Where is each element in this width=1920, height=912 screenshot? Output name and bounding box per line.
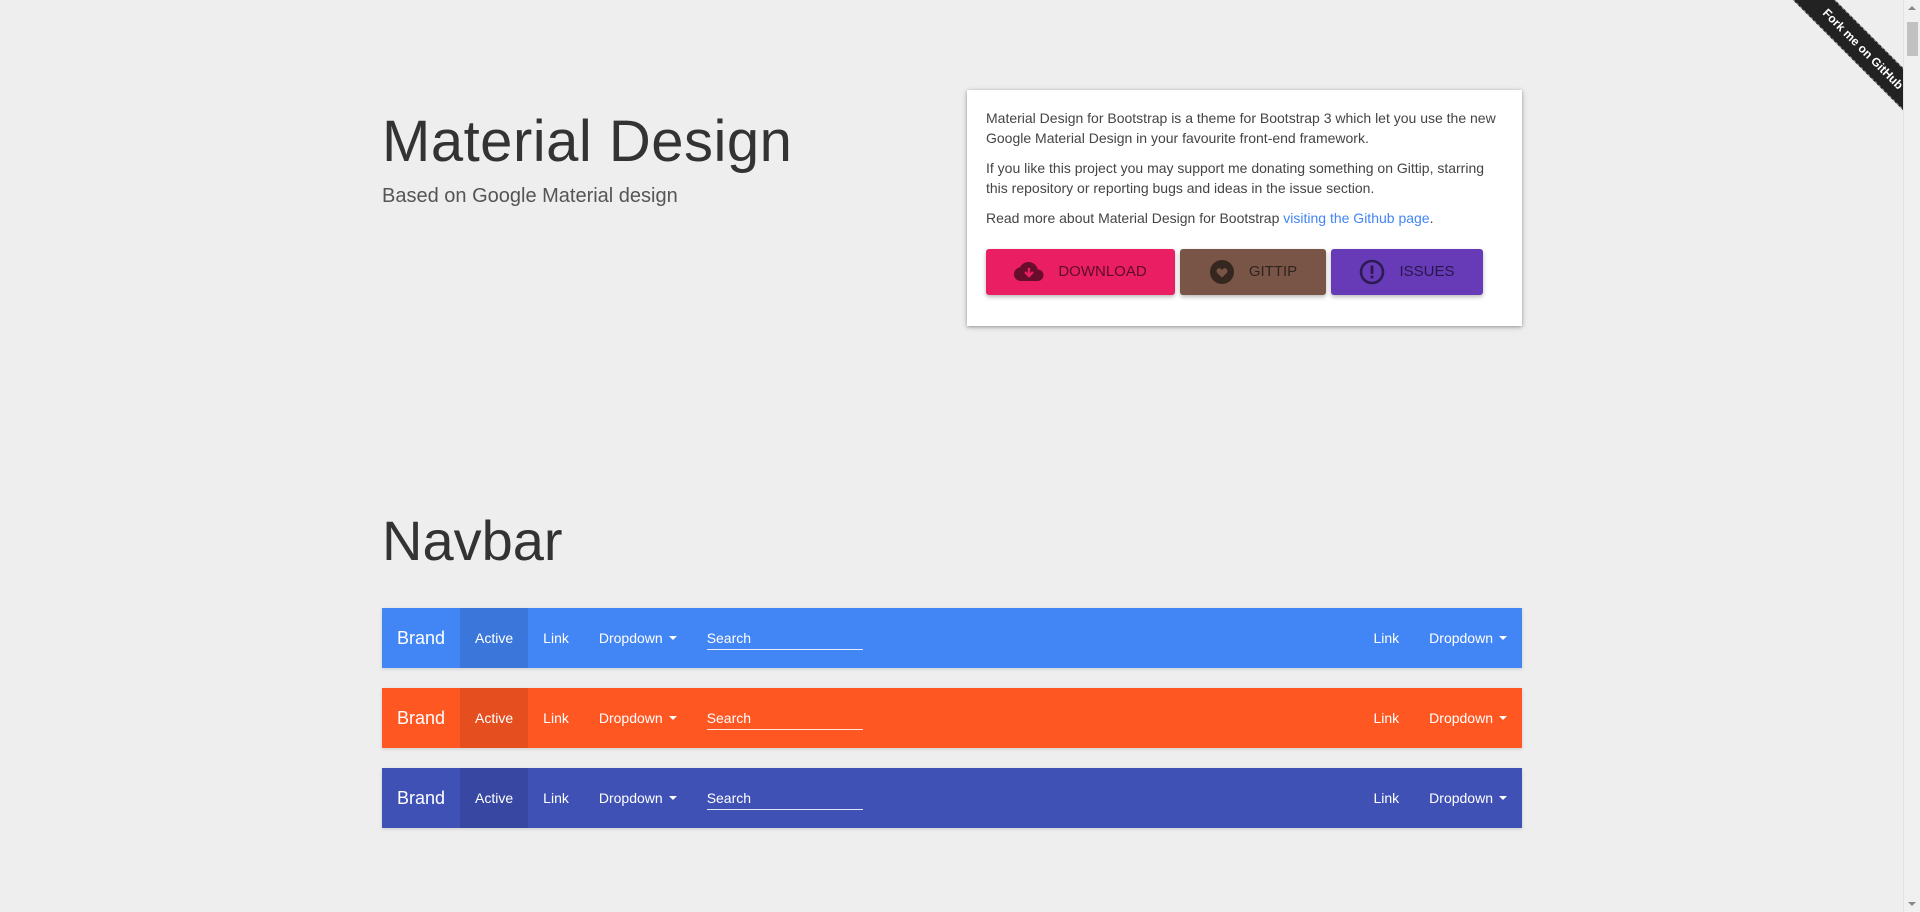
scroll-up-icon[interactable] xyxy=(1908,6,1916,10)
navbar-right: Link Dropdown xyxy=(1358,768,1522,828)
caret-down-icon xyxy=(1499,716,1507,720)
alert-circle-icon xyxy=(1359,259,1385,285)
section-title-navbar: Navbar xyxy=(382,509,563,572)
nav-item-active[interactable]: Active xyxy=(460,608,529,668)
intro-paragraph: Material Design for Bootstrap is a theme… xyxy=(986,110,1496,146)
nav-item-active[interactable]: Active xyxy=(460,768,529,828)
nav-item-right-link[interactable]: Link xyxy=(1358,608,1414,668)
download-button-label: Download xyxy=(1058,263,1147,280)
caret-down-icon xyxy=(1499,636,1507,640)
github-ribbon-container: Fork me on GitHub xyxy=(1771,0,1920,149)
navbar-brand[interactable]: Brand xyxy=(382,608,460,668)
caret-down-icon xyxy=(668,716,677,720)
navbar-orange: Brand Active Link Dropdown Link Dropdown xyxy=(382,688,1522,748)
page-subtitle: Based on Google Material design xyxy=(382,185,678,207)
nav-item-dropdown[interactable]: Dropdown xyxy=(584,608,692,668)
support-paragraph: If you like this project you may support… xyxy=(986,160,1485,196)
nav-item-link[interactable]: Link xyxy=(528,688,584,748)
gittip-button-label: Gittip xyxy=(1248,263,1298,280)
navbar-indigo: Brand Active Link Dropdown Link Dropdown xyxy=(382,768,1522,828)
gittip-button[interactable]: Gittip xyxy=(1180,249,1326,295)
caret-down-icon xyxy=(668,796,677,800)
nav-item-right-dropdown[interactable]: Dropdown xyxy=(1414,688,1522,748)
nav-item-right-link[interactable]: Link xyxy=(1358,688,1414,748)
heart-icon xyxy=(1209,259,1235,285)
intro-card: Material Design for Bootstrap is a theme… xyxy=(967,90,1522,326)
nav-item-dropdown[interactable]: Dropdown xyxy=(584,768,692,828)
cloud-download-icon xyxy=(1014,261,1044,283)
navbar-blue: Brand Active Link Dropdown Link Dropdown xyxy=(382,608,1522,668)
page: Material Design Based on Google Material… xyxy=(0,0,1920,912)
navbar-search-input[interactable] xyxy=(706,626,863,650)
navbar-right: Link Dropdown xyxy=(1358,608,1522,668)
nav-item-right-dropdown[interactable]: Dropdown xyxy=(1414,608,1522,668)
caret-down-icon xyxy=(668,636,677,640)
action-buttons: Download Gittip xyxy=(986,249,1483,295)
scroll-thumb[interactable] xyxy=(1907,22,1918,56)
scroll-down-icon[interactable] xyxy=(1908,902,1916,906)
navbar-search-input[interactable] xyxy=(706,786,863,810)
vertical-scrollbar[interactable] xyxy=(1903,0,1920,912)
nav-item-active[interactable]: Active xyxy=(460,688,529,748)
fork-me-ribbon[interactable]: Fork me on GitHub xyxy=(1778,0,1920,134)
navbar-brand[interactable]: Brand xyxy=(382,768,460,828)
navbar-brand[interactable]: Brand xyxy=(382,688,460,748)
navbar-right: Link Dropdown xyxy=(1358,688,1522,748)
read-more-paragraph: Read more about Material Design for Boot… xyxy=(986,210,1434,226)
download-button[interactable]: Download xyxy=(986,249,1175,295)
page-title: Material Design xyxy=(382,109,793,174)
github-page-link[interactable]: visiting the Github page xyxy=(1283,210,1429,226)
caret-down-icon xyxy=(1499,796,1507,800)
nav-item-link[interactable]: Link xyxy=(528,608,584,668)
nav-item-right-link[interactable]: Link xyxy=(1358,768,1414,828)
nav-item-right-dropdown[interactable]: Dropdown xyxy=(1414,768,1522,828)
issues-button-label: Issues xyxy=(1399,263,1455,280)
nav-item-dropdown[interactable]: Dropdown xyxy=(584,688,692,748)
issues-button[interactable]: Issues xyxy=(1331,249,1483,295)
nav-item-link[interactable]: Link xyxy=(528,768,584,828)
navbar-search-input[interactable] xyxy=(706,706,863,730)
